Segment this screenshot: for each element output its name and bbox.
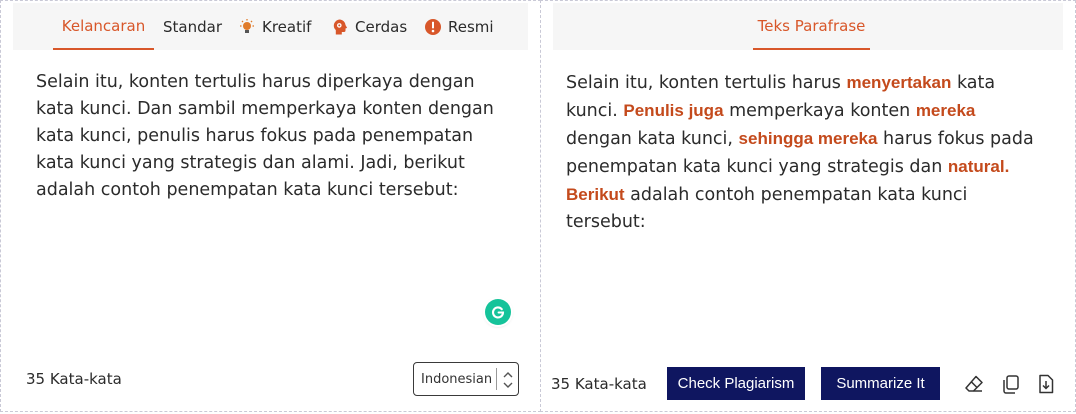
- bulb-icon: [238, 18, 256, 36]
- chevron-updown-icon: [501, 367, 515, 393]
- output-tabbar: Teks Parafrase: [553, 3, 1063, 50]
- download-icon[interactable]: [1035, 373, 1057, 395]
- word-count: 35 Kata-kata: [551, 375, 647, 393]
- language-select[interactable]: Indonesian: [413, 362, 519, 396]
- unchanged-text: adalah contoh penempatan kata kunci ters…: [566, 185, 968, 232]
- tab-cerdas[interactable]: Cerdas: [331, 3, 407, 50]
- tab-resmi[interactable]: Resmi: [424, 3, 494, 50]
- word-count: 35 Kata-kata: [26, 370, 122, 388]
- tab-label: Standar: [163, 17, 222, 36]
- select-divider: [496, 368, 497, 390]
- tab-label: Resmi: [448, 17, 494, 36]
- language-value: Indonesian: [421, 371, 493, 387]
- input-textarea[interactable]: Selain itu, konten tertulis harus diperk…: [36, 69, 516, 204]
- brain-head-icon: [331, 18, 349, 36]
- changed-phrase[interactable]: Penulis juga: [623, 101, 723, 120]
- unchanged-text: memperkaya konten: [723, 101, 916, 121]
- tab-label: Cerdas: [355, 17, 408, 36]
- tab-label: Teks Parafrase: [757, 16, 866, 35]
- unchanged-text: dengan kata kunci,: [566, 129, 739, 149]
- tab-teks-parafrase[interactable]: Teks Parafrase: [753, 3, 870, 50]
- copy-icon[interactable]: [1000, 373, 1022, 395]
- tab-label: Kreatif: [262, 17, 312, 36]
- tab-kreatif[interactable]: Kreatif: [238, 3, 311, 50]
- grammarly-icon[interactable]: [485, 299, 511, 325]
- mode-tabbar: Kelancaran Standar Kreatif Cerdas Resmi: [13, 3, 528, 50]
- summarize-button[interactable]: Summarize It: [821, 367, 940, 400]
- changed-phrase[interactable]: menyertakan: [846, 73, 951, 92]
- tab-kelancaran[interactable]: Kelancaran: [53, 3, 154, 50]
- tab-standar[interactable]: Standar: [163, 3, 222, 50]
- tab-label: Kelancaran: [61, 16, 146, 35]
- output-text: Selain itu, konten tertulis harus menyer…: [566, 69, 1046, 236]
- input-panel: Kelancaran Standar Kreatif Cerdas Resmi …: [0, 0, 541, 412]
- check-plagiarism-button[interactable]: Check Plagiarism: [667, 367, 805, 400]
- eraser-icon[interactable]: [963, 373, 985, 395]
- formal-icon: [424, 18, 442, 36]
- output-panel: Teks Parafrase Selain itu, konten tertul…: [540, 0, 1076, 412]
- changed-phrase[interactable]: mereka: [916, 101, 976, 120]
- changed-phrase[interactable]: sehingga mereka: [739, 129, 878, 148]
- unchanged-text: Selain itu, konten tertulis harus: [566, 73, 847, 93]
